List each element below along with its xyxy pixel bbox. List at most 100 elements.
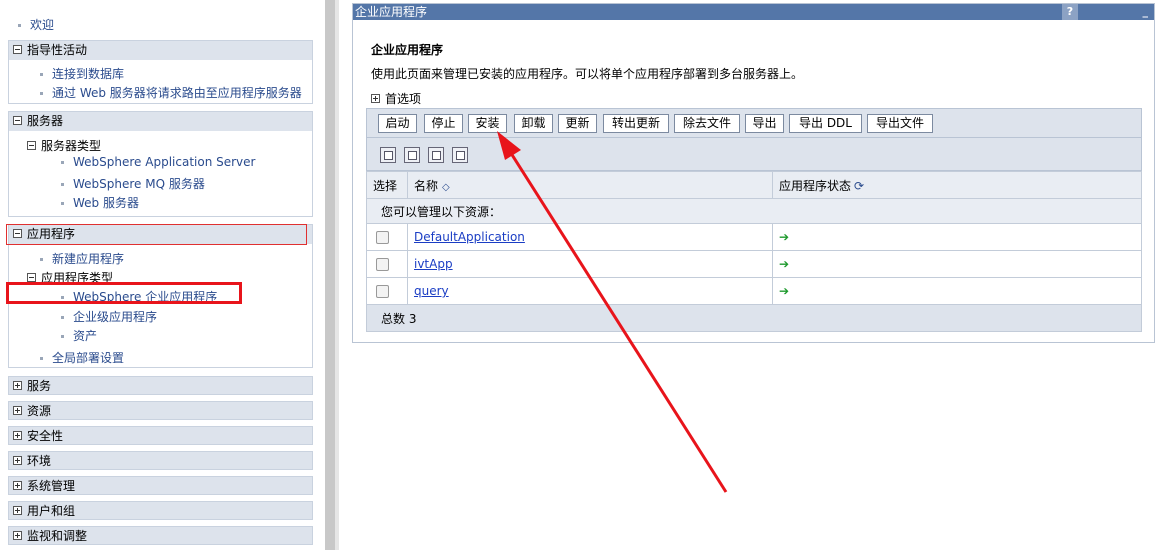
row-select-cell — [366, 223, 408, 251]
section-monitoring[interactable]: 监视和调整 — [8, 526, 313, 545]
total-count: 总数 3 — [366, 304, 1142, 332]
deselect-all-icon[interactable] — [404, 147, 420, 163]
expand-icon[interactable] — [371, 94, 380, 103]
action-toolbar: 启动 停止 安装 卸载 更新 转出更新 除去文件 导出 导出 DDL 导出文件 — [366, 108, 1142, 138]
expand-icon[interactable] — [13, 531, 22, 540]
row-name-cell: DefaultApplication — [407, 223, 773, 251]
nav-link-global-deploy[interactable]: 全局部署设置 — [40, 349, 124, 366]
expand-icon[interactable] — [13, 431, 22, 440]
applications-table: 选择 名称 ◇ 应用程序状态 ⟳ 您可以管理以下资源： DefaultApplica… — [366, 171, 1142, 332]
section-resources[interactable]: 资源 — [8, 401, 313, 420]
section-header-servers[interactable]: 服务器 — [9, 112, 312, 131]
rollout-update-button[interactable]: 转出更新 — [603, 114, 669, 133]
table-total-row: 总数 3 — [366, 304, 1142, 332]
expand-icon[interactable] — [13, 456, 22, 465]
row-checkbox[interactable] — [376, 231, 389, 244]
table-header-row: 选择 名称 ◇ 应用程序状态 ⟳ — [366, 171, 1142, 199]
filter-icon[interactable] — [452, 147, 468, 163]
selection-toolbar — [366, 138, 1142, 171]
column-select: 选择 — [366, 171, 408, 199]
column-status: 应用程序状态 ⟳ — [772, 171, 1142, 199]
nav-link-new-application[interactable]: 新建应用程序 — [40, 250, 124, 267]
bullet-icon — [18, 24, 21, 27]
table-info-row: 您可以管理以下资源： — [366, 198, 1142, 224]
export-ddl-button[interactable]: 导出 DDL — [789, 114, 862, 133]
collapse-icon[interactable] — [27, 273, 36, 282]
nav-link-enterprise-apps[interactable]: 企业级应用程序 — [61, 308, 157, 325]
bullet-icon — [40, 357, 43, 360]
update-button[interactable]: 更新 — [558, 114, 597, 133]
row-checkbox[interactable] — [376, 258, 389, 271]
row-name-cell: ivtApp — [407, 250, 773, 278]
collapse-icon[interactable] — [13, 116, 22, 125]
nav-link-was-server[interactable]: WebSphere Application Server — [61, 155, 255, 169]
section-header-guided[interactable]: 指导性活动 — [9, 41, 312, 60]
expand-icon[interactable] — [13, 381, 22, 390]
expand-icon[interactable] — [13, 406, 22, 415]
table-row: DefaultApplication ➔ — [366, 223, 1142, 251]
nav-server-types[interactable]: 服务器类型 — [27, 137, 101, 154]
expand-icon[interactable] — [13, 481, 22, 490]
help-icon[interactable]: ? — [1062, 4, 1078, 20]
bullet-icon — [61, 202, 64, 205]
panel-titlebar-text: 企业应用程序 — [355, 5, 428, 19]
collapse-icon[interactable] — [13, 45, 22, 54]
uninstall-button[interactable]: 卸载 — [514, 114, 553, 133]
manage-resources-text: 您可以管理以下资源： — [366, 198, 1142, 224]
export-file-button[interactable]: 导出文件 — [867, 114, 933, 133]
nav-link-route-requests[interactable]: 通过 Web 服务器将请求路由至应用程序服务器 — [40, 84, 302, 101]
row-checkbox[interactable] — [376, 285, 389, 298]
section-services[interactable]: 服务 — [8, 376, 313, 395]
section-security[interactable]: 安全性 — [8, 426, 313, 445]
section-system-admin[interactable]: 系统管理 — [8, 476, 313, 495]
bullet-icon — [61, 183, 64, 186]
minimize-icon[interactable]: _ — [1079, 4, 1154, 20]
export-button[interactable]: 导出 — [745, 114, 784, 133]
start-button[interactable]: 启动 — [378, 114, 417, 133]
column-name[interactable]: 名称 ◇ — [407, 171, 773, 199]
nav-welcome[interactable]: 欢迎 — [18, 16, 54, 33]
table-row: ivtApp ➔ — [366, 250, 1142, 278]
refresh-icon[interactable]: ⟳ — [854, 179, 864, 193]
nav-link-mq-server[interactable]: WebSphere MQ 服务器 — [61, 175, 205, 192]
table-row: query ➔ — [366, 277, 1142, 305]
bullet-icon — [61, 316, 64, 319]
frame-splitter[interactable] — [325, 0, 341, 550]
row-select-cell — [366, 250, 408, 278]
row-name-cell: query — [407, 277, 773, 305]
install-button[interactable]: 安装 — [468, 114, 507, 133]
page-title: 企业应用程序 — [371, 43, 444, 57]
expand-icon[interactable] — [13, 506, 22, 515]
row-status-cell: ➔ — [772, 223, 1142, 251]
collapse-icon[interactable] — [27, 141, 36, 150]
row-status-cell: ➔ — [772, 277, 1142, 305]
nav-link-assets[interactable]: 资产 — [61, 327, 97, 344]
select-all-icon[interactable] — [380, 147, 396, 163]
navigation-tree: 欢迎 指导性活动 连接到数据库 通过 Web 服务器将请求路由至应用程序服务器 … — [0, 0, 325, 550]
sort-icon[interactable]: ◇ — [442, 182, 450, 193]
status-started-icon: ➔ — [779, 257, 790, 271]
bullet-icon — [40, 258, 43, 261]
section-users-groups[interactable]: 用户和组 — [8, 501, 313, 520]
nav-link-web-server[interactable]: Web 服务器 — [61, 194, 139, 211]
bullet-icon — [40, 73, 43, 76]
nav-link-connect-db[interactable]: 连接到数据库 — [40, 65, 124, 82]
annotation-box-applications — [6, 224, 307, 245]
row-select-cell — [366, 277, 408, 305]
app-link-query[interactable]: query — [414, 284, 449, 298]
bullet-icon — [61, 161, 64, 164]
remove-file-button[interactable]: 除去文件 — [674, 114, 740, 133]
section-environment[interactable]: 环境 — [8, 451, 313, 470]
enterprise-apps-panel: 企业应用程序 ? _ 企业应用程序 使用此页面来管理已安装的应用程序。可以将单个… — [352, 3, 1155, 343]
status-started-icon: ➔ — [779, 230, 790, 244]
expand-all-icon[interactable] — [428, 147, 444, 163]
stop-button[interactable]: 停止 — [424, 114, 463, 133]
panel-titlebar: 企业应用程序 ? _ — [353, 4, 1154, 20]
app-link-ivtapp[interactable]: ivtApp — [414, 257, 453, 271]
page-description: 使用此页面来管理已安装的应用程序。可以将单个应用程序部署到多台服务器上。 — [371, 67, 804, 81]
bullet-icon — [61, 335, 64, 338]
preferences-toggle[interactable]: 首选项 — [371, 90, 421, 107]
bullet-icon — [40, 92, 43, 95]
row-status-cell: ➔ — [772, 250, 1142, 278]
app-link-default[interactable]: DefaultApplication — [414, 230, 525, 244]
